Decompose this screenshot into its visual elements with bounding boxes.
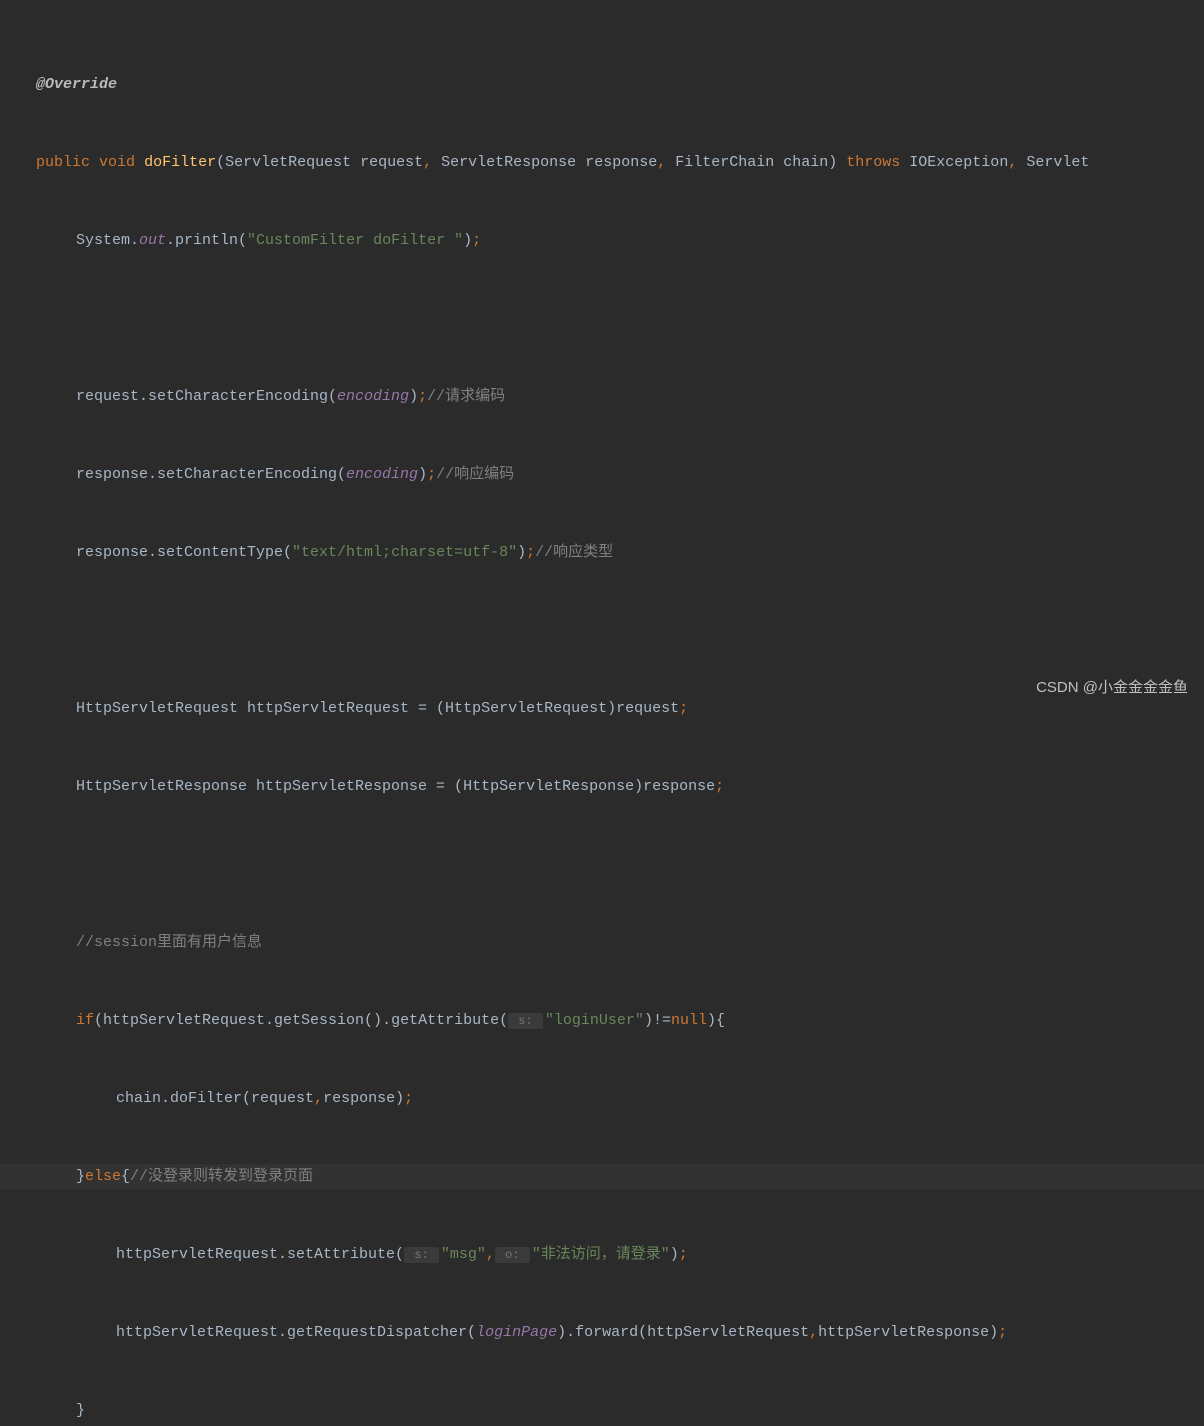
param-hint: s: — [404, 1247, 439, 1263]
annotation-override: @Override — [36, 76, 117, 93]
code-line-blank — [36, 852, 1204, 878]
param-hint: s: — [508, 1013, 543, 1029]
code-line: httpServletRequest.getRequestDispatcher(… — [36, 1320, 1204, 1346]
code-editor[interactable]: @Override public void doFilter(ServletRe… — [0, 0, 1204, 1426]
param-hint: o: — [495, 1247, 530, 1263]
code-line: } — [36, 1398, 1204, 1424]
code-line-blank — [36, 618, 1204, 644]
code-line-current: }else{//没登录则转发到登录页面 — [0, 1164, 1204, 1190]
code-line-blank — [36, 306, 1204, 332]
code-line: @Override — [36, 72, 1204, 98]
code-line: chain.doFilter(request,response); — [36, 1086, 1204, 1112]
code-line: //session里面有用户信息 — [36, 930, 1204, 956]
watermark-text: CSDN @小金金金金鱼 — [1036, 675, 1188, 701]
code-line: if(httpServletRequest.getSession().getAt… — [36, 1008, 1204, 1034]
code-line: System.out.println("CustomFilter doFilte… — [36, 228, 1204, 254]
code-line: response.setCharacterEncoding(encoding);… — [36, 462, 1204, 488]
code-line: public void doFilter(ServletRequest requ… — [36, 150, 1204, 176]
code-line: httpServletRequest.setAttribute( s: "msg… — [36, 1242, 1204, 1268]
code-line: HttpServletRequest httpServletRequest = … — [36, 696, 1204, 722]
code-line: request.setCharacterEncoding(encoding);/… — [36, 384, 1204, 410]
code-line: response.setContentType("text/html;chars… — [36, 540, 1204, 566]
code-line: HttpServletResponse httpServletResponse … — [36, 774, 1204, 800]
